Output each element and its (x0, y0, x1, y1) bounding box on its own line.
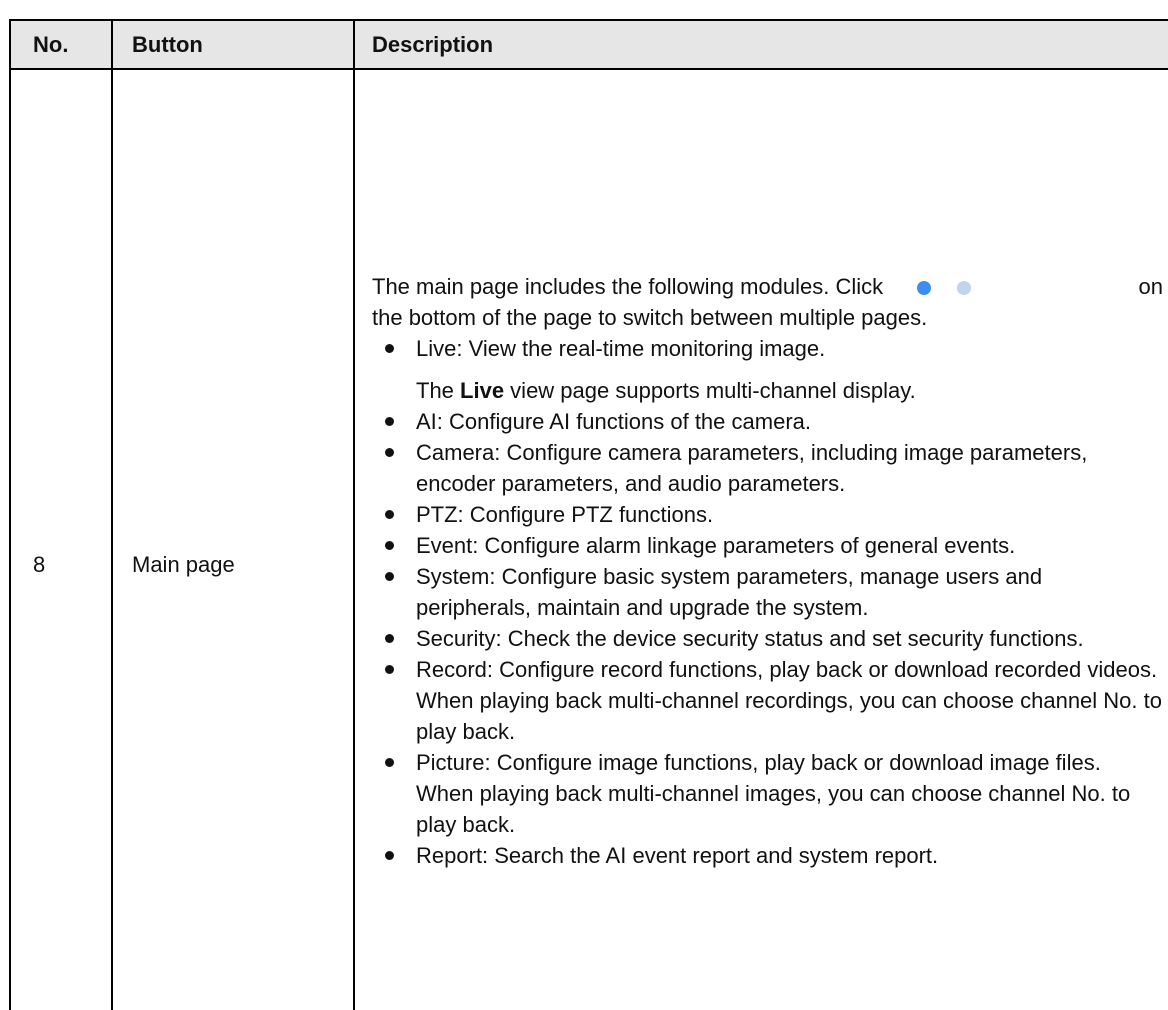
list-item: Live: View the real-time monitoring imag… (372, 333, 1163, 406)
module-record: Record: Configure record functions, play… (416, 657, 1158, 682)
bullet-icon (385, 758, 394, 767)
list-item: Camera: Configure camera parameters, inc… (372, 437, 1163, 499)
list-item: Record: Configure record functions, play… (372, 654, 1163, 747)
module-live-note-before: The (416, 378, 461, 403)
description-content: The main page includes the following mod… (355, 259, 1168, 871)
module-ai: AI: Configure AI functions of the camera… (416, 409, 811, 434)
header-description-label: Description (372, 31, 494, 57)
module-security: Security: Check the device security stat… (416, 626, 1084, 651)
row-button-name: Main page (132, 552, 235, 577)
module-picture-note: When playing back multi-channel images, … (416, 781, 1131, 837)
bullet-icon (385, 510, 394, 519)
list-item: Security: Check the device security stat… (372, 623, 1163, 654)
module-camera: Camera: Configure camera parameters, inc… (416, 440, 1088, 496)
module-live-note-bold: Live (460, 378, 505, 403)
bullet-icon (385, 344, 394, 353)
list-item: AI: Configure AI functions of the camera… (372, 406, 1163, 437)
module-picture: Picture: Configure image functions, play… (416, 750, 1101, 775)
button-description-table: No. Button Description 8 Main page The m… (9, 19, 1168, 1010)
pager-dots (883, 278, 1028, 298)
list-item: PTZ: Configure PTZ functions. (372, 499, 1163, 530)
row-number-cell: 8 (9, 68, 113, 1010)
module-live-note: The Live view page supports multi-channe… (416, 375, 1163, 406)
module-report: Report: Search the AI event report and s… (416, 843, 939, 868)
header-button: Button (111, 19, 355, 70)
header-button-label: Button (132, 31, 203, 57)
row-button-cell: Main page (111, 68, 355, 1010)
intro-text-on: on (1138, 274, 1163, 299)
row-description-cell: The main page includes the following mod… (353, 68, 1168, 1010)
table-header-row: No. Button Description (9, 19, 1168, 70)
module-list: Live: View the real-time monitoring imag… (372, 333, 1163, 871)
header-no-label: No. (33, 31, 69, 57)
list-item: System: Configure basic system parameter… (372, 561, 1163, 623)
bullet-icon (385, 851, 394, 860)
list-item: Report: Search the AI event report and s… (372, 840, 1163, 871)
module-system: System: Configure basic system parameter… (416, 564, 1043, 620)
bullet-icon (385, 417, 394, 426)
table-row: 8 Main page The main page includes the f… (9, 68, 1168, 1010)
module-ptz: PTZ: Configure PTZ functions. (416, 502, 714, 527)
bullet-icon (385, 572, 394, 581)
active-dot-icon (917, 281, 932, 296)
header-description: Description (353, 19, 1168, 70)
module-live-note-after: view page supports multi-channel display… (504, 378, 916, 403)
bullet-icon (385, 541, 394, 550)
module-record-note: When playing back multi-channel recordin… (416, 688, 1162, 744)
header-no: No. (9, 19, 113, 70)
intro-text-after: the bottom of the page to switch between… (372, 305, 928, 330)
row-number: 8 (33, 552, 46, 577)
bullet-icon (385, 665, 394, 674)
module-event: Event: Configure alarm linkage parameter… (416, 533, 1016, 558)
inactive-dot-icon (957, 281, 972, 296)
list-item: Event: Configure alarm linkage parameter… (372, 530, 1163, 561)
intro-text-before: The main page includes the following mod… (372, 274, 884, 299)
bullet-icon (385, 634, 394, 643)
module-live: Live: View the real-time monitoring imag… (416, 336, 826, 361)
list-item: Picture: Configure image functions, play… (372, 747, 1163, 840)
bullet-icon (385, 448, 394, 457)
document-page: No. Button Description 8 Main page The m… (0, 0, 1168, 1010)
intro-paragraph: The main page includes the following mod… (372, 271, 1163, 333)
